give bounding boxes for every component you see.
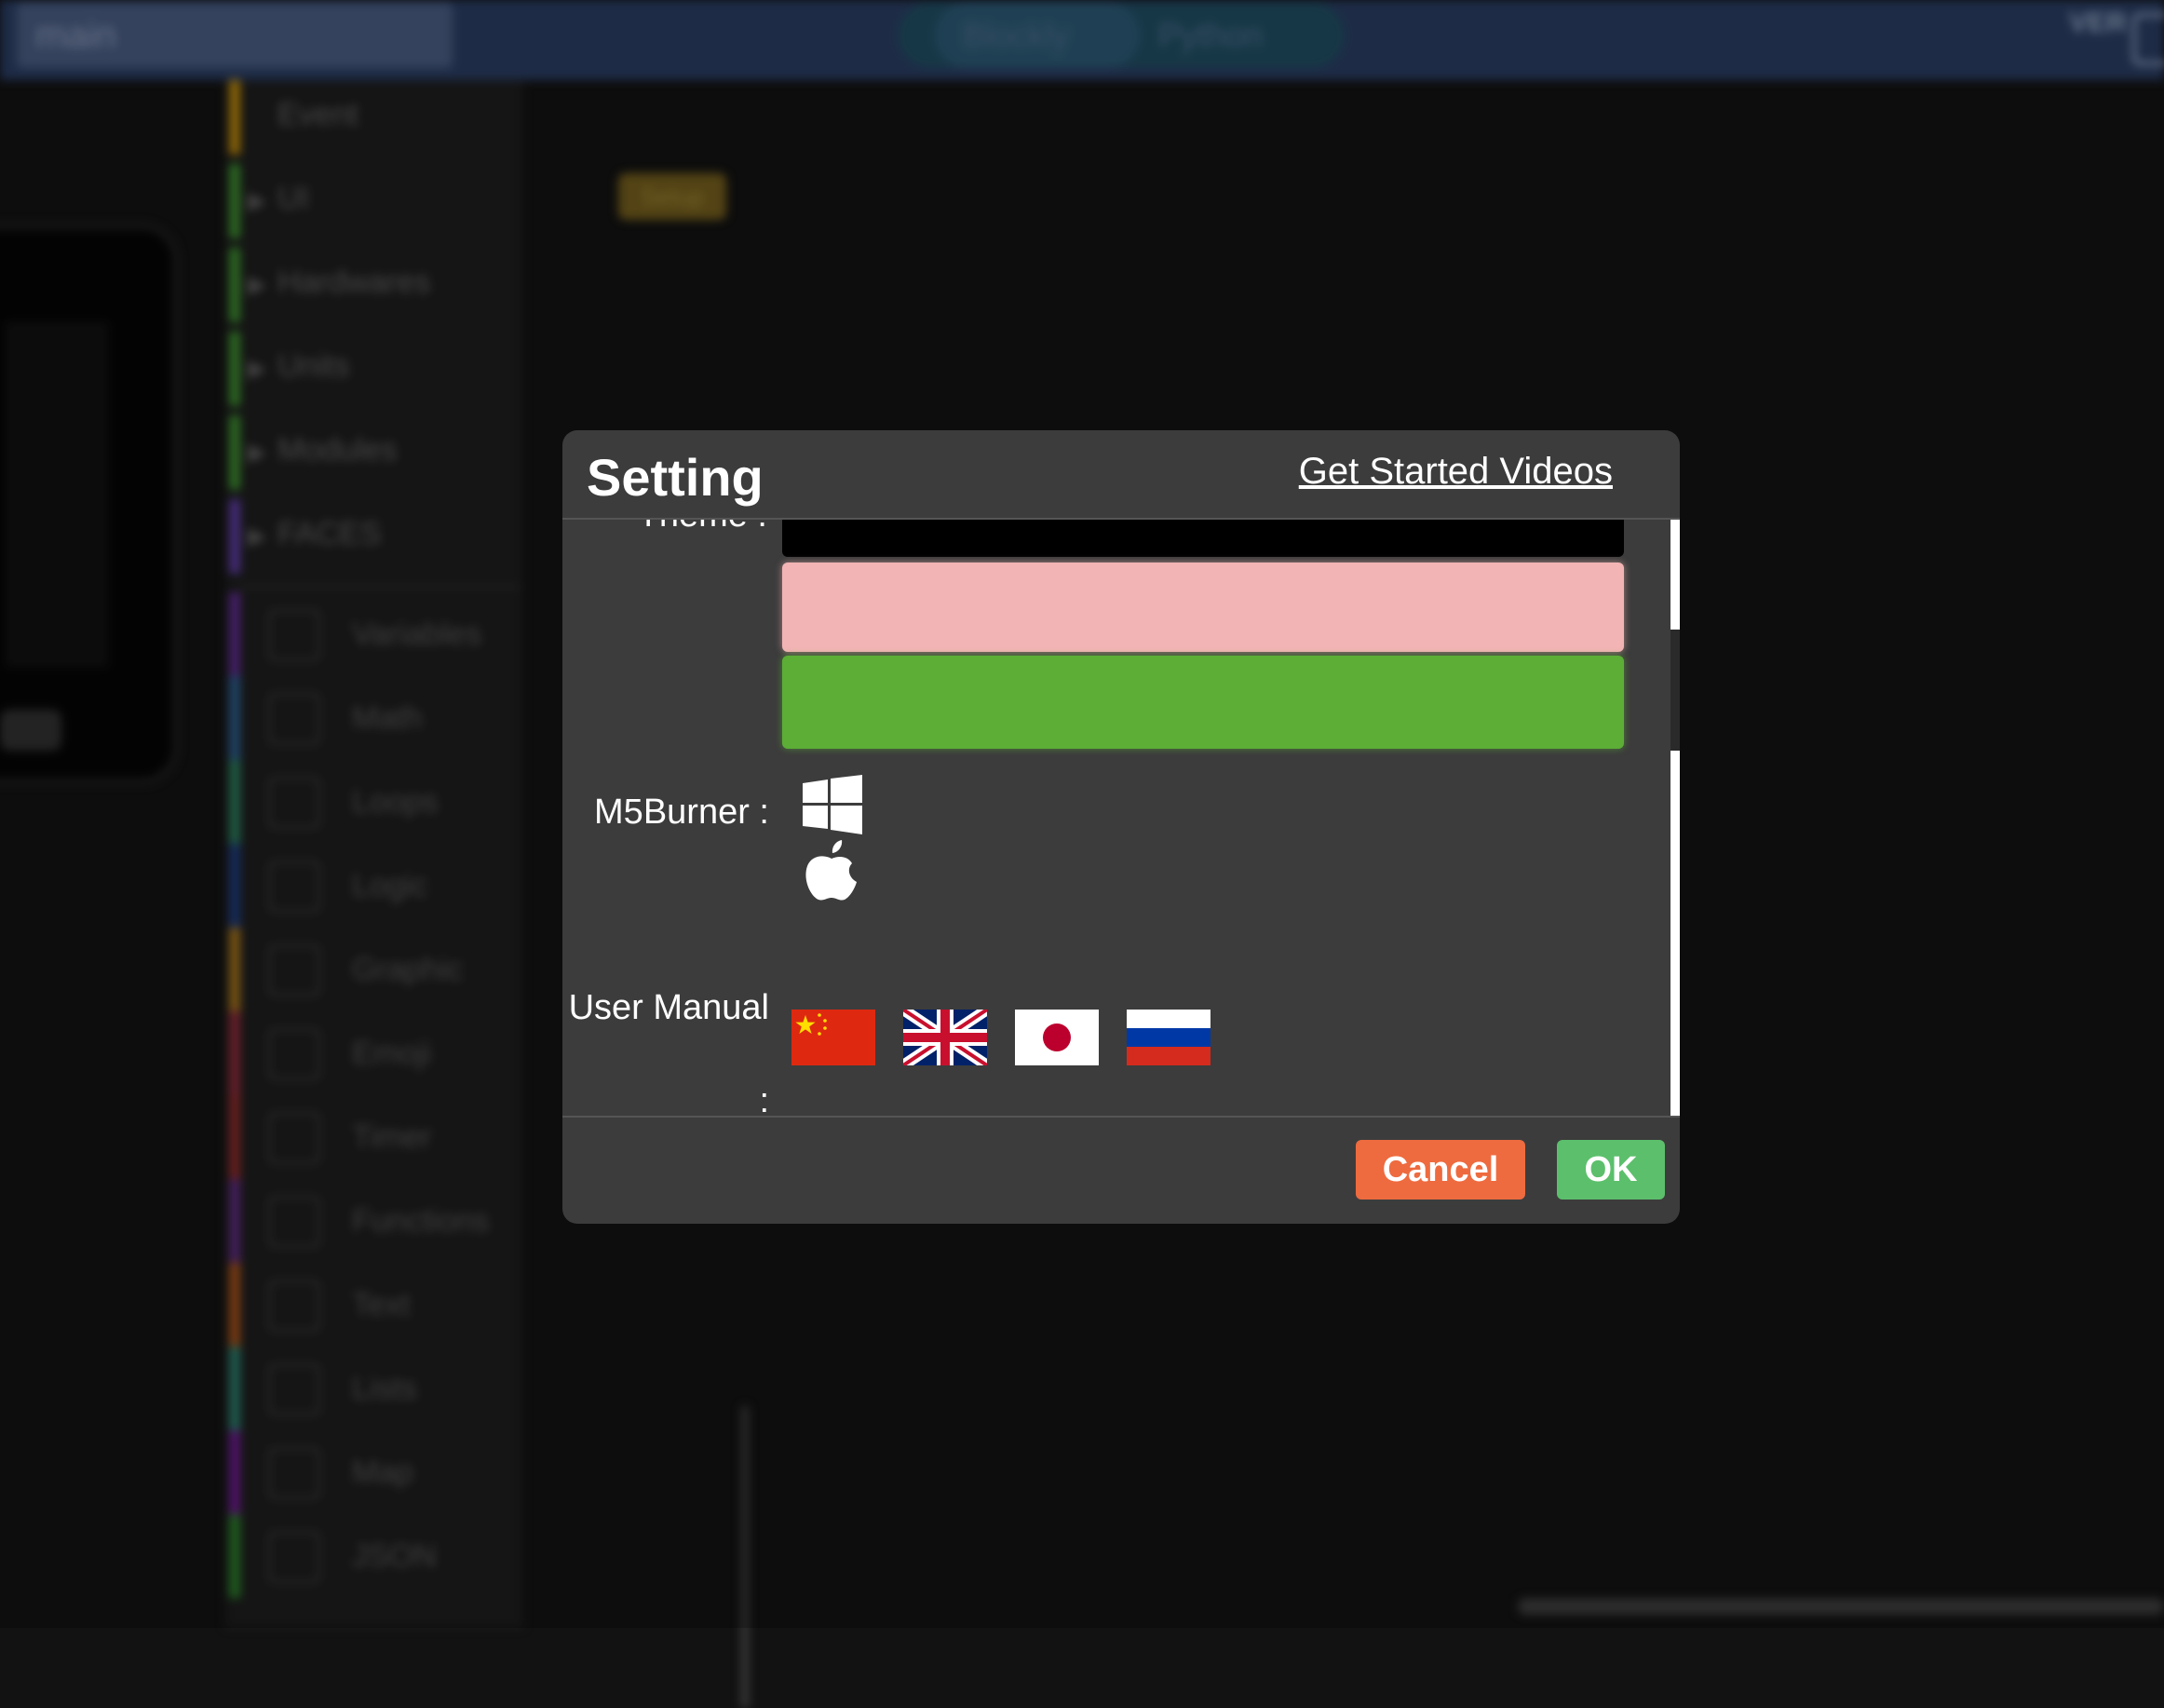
settings-dialog: Setting Get Started Videos Theme : M5Bur… <box>562 430 1680 1224</box>
dialog-header: Setting Get Started Videos <box>562 430 1680 520</box>
theme-option-pink[interactable] <box>782 563 1624 652</box>
user-manual-label: User Manual : <box>568 988 769 1116</box>
windows-icon[interactable] <box>803 775 862 834</box>
dialog-scrollbar-thumb[interactable] <box>1670 630 1680 751</box>
theme-option-green[interactable] <box>782 656 1624 749</box>
theme-option-black[interactable] <box>782 520 1624 557</box>
flag-cn[interactable] <box>791 1010 875 1065</box>
m5burner-label: M5Burner : <box>594 793 769 832</box>
get-started-videos-link[interactable]: Get Started Videos <box>1299 451 1613 493</box>
flag-uk[interactable] <box>903 1010 987 1065</box>
dialog-body: Theme : M5Burner : User Manual : <box>562 520 1680 1116</box>
cancel-button[interactable]: Cancel <box>1356 1140 1525 1200</box>
dialog-title: Setting <box>587 448 764 507</box>
flag-jp[interactable] <box>1015 1010 1099 1065</box>
dialog-footer: Cancel OK <box>562 1116 1680 1224</box>
apple-icon[interactable] <box>805 836 859 901</box>
dialog-scrollbar[interactable] <box>1670 520 1680 1116</box>
theme-label: Theme : <box>562 520 767 535</box>
ok-button[interactable]: OK <box>1557 1140 1665 1200</box>
flag-ru[interactable] <box>1127 1010 1210 1065</box>
